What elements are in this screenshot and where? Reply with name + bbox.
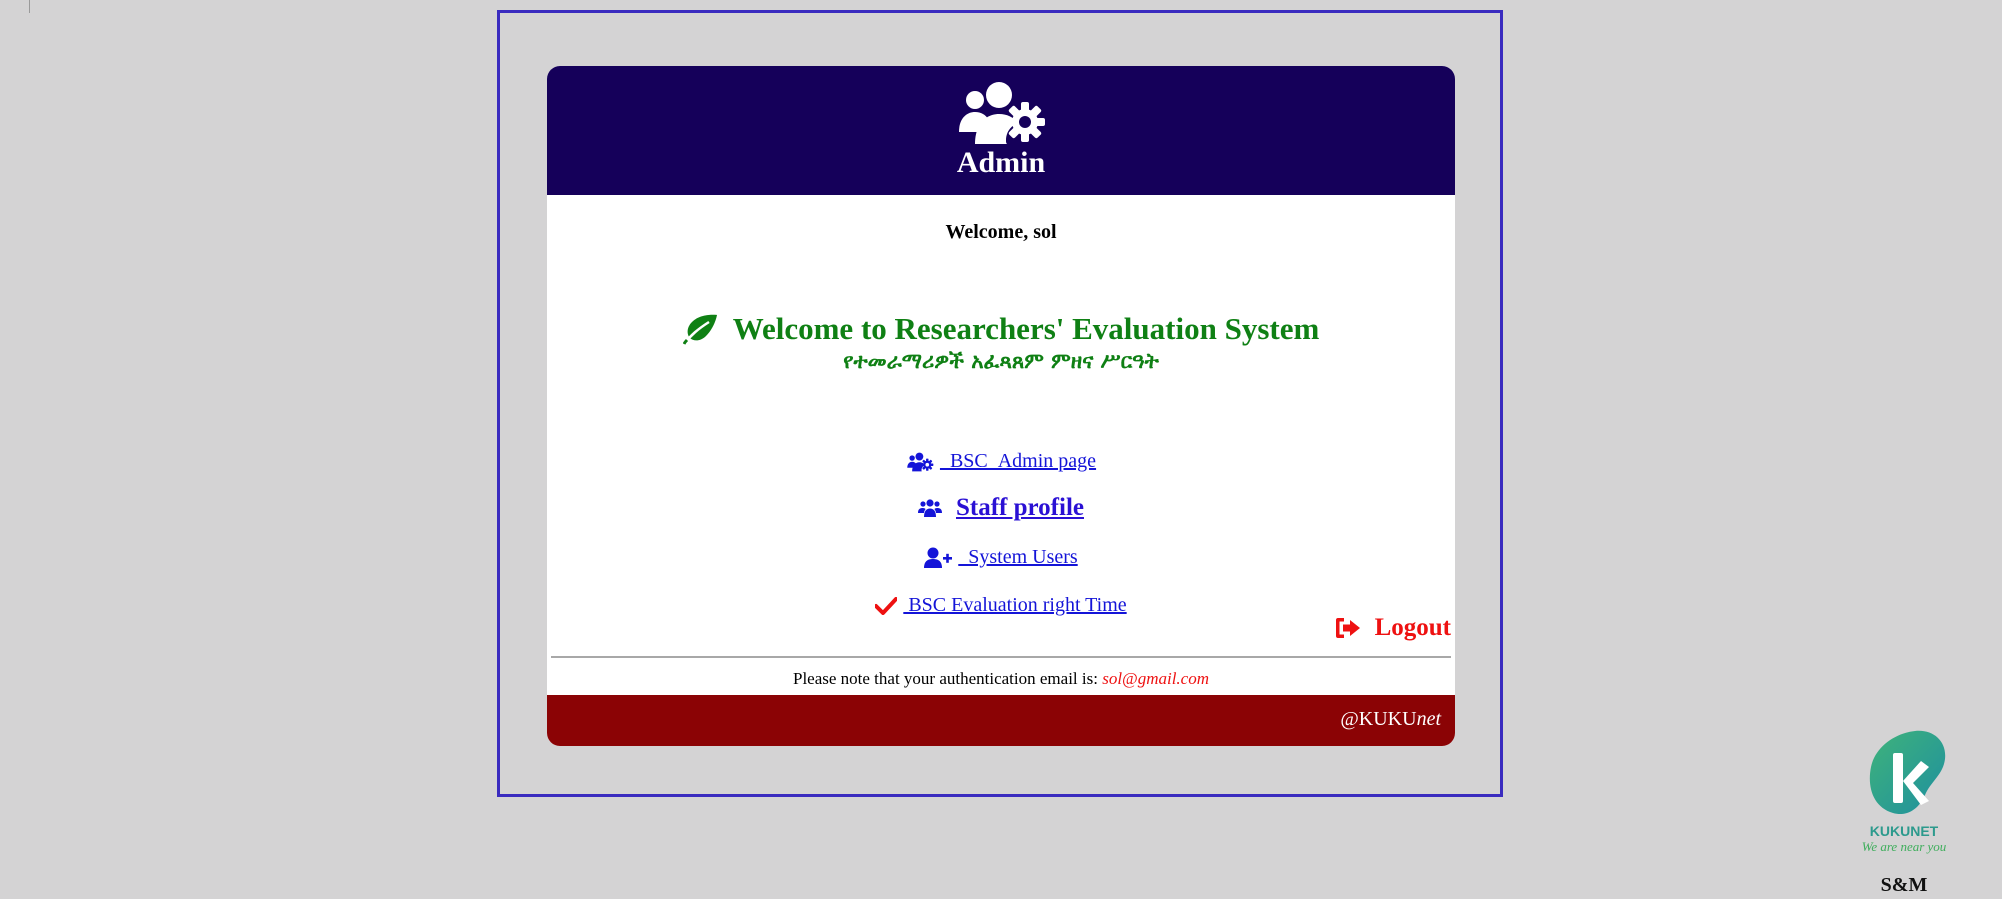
users-gear-icon	[959, 82, 1045, 144]
system-users-link[interactable]: System Users	[924, 546, 1078, 569]
staff-profile-link[interactable]: Staff profile	[918, 494, 1084, 522]
nav-item-admin-page: BSC_Admin page	[547, 450, 1455, 477]
staff-profile-label: Staff profile	[956, 494, 1084, 521]
welcome-user-text: Welcome, sol	[945, 221, 1057, 243]
sign-out-icon	[1335, 618, 1360, 638]
footer-brand: @KUKUnet	[1340, 708, 1441, 731]
logo-tagline: We are near you	[1861, 839, 1947, 854]
system-subtitle-amharic: የተመራማሪዎች አፈጻጸም ምዘና ሥርዓት	[843, 349, 1159, 373]
text-cursor	[29, 0, 30, 13]
card-footer: @KUKUnet	[547, 695, 1455, 746]
admin-page-label: BSC_Admin page	[939, 450, 1097, 472]
users-icon	[918, 499, 942, 517]
auth-note: Please note that your authentication ema…	[547, 669, 1455, 689]
nav-item-staff-profile: Staff profile	[547, 494, 1455, 523]
admin-title: Admin	[956, 146, 1046, 179]
nav-item-system-users: System Users	[547, 546, 1455, 574]
system-title-row: Welcome to Researchers' Evaluation Syste…	[547, 311, 1455, 350]
logout-button[interactable]: Logout	[1335, 614, 1451, 642]
auth-note-text: Please note that your authentication ema…	[792, 669, 1103, 688]
users-gear-icon	[907, 452, 934, 471]
evaluation-time-link[interactable]: BSC Evaluation right Time	[875, 594, 1127, 617]
admin-card: Admin Welcome, sol Welcome to Researcher…	[547, 66, 1455, 746]
logo-caption: S&M	[1880, 874, 1928, 896]
card-header: Admin	[547, 66, 1455, 195]
page-root: Admin Welcome, sol Welcome to Researcher…	[0, 0, 2002, 899]
footer-brand-main: @KUKU	[1340, 708, 1417, 730]
user-plus-icon	[924, 547, 953, 568]
leaf-icon	[682, 314, 717, 345]
nav-item-evaluation-time: BSC Evaluation right Time	[547, 594, 1455, 620]
footer-brand-italic: net	[1416, 708, 1441, 730]
auth-email: sol@gmail.com	[1102, 669, 1209, 688]
system-title-text: Welcome to Researchers' Evaluation Syste…	[732, 311, 1320, 346]
admin-page-link[interactable]: BSC_Admin page	[906, 450, 1096, 473]
system-title: Welcome to Researchers' Evaluation Syste…	[682, 311, 1320, 347]
system-users-label: System Users	[958, 546, 1078, 568]
logout-label: Logout	[1374, 614, 1451, 641]
divider	[551, 656, 1451, 658]
logo-name: KUKUNET	[1869, 823, 1939, 839]
evaluation-time-label: BSC Evaluation right Time	[903, 594, 1127, 616]
check-icon	[875, 596, 898, 615]
